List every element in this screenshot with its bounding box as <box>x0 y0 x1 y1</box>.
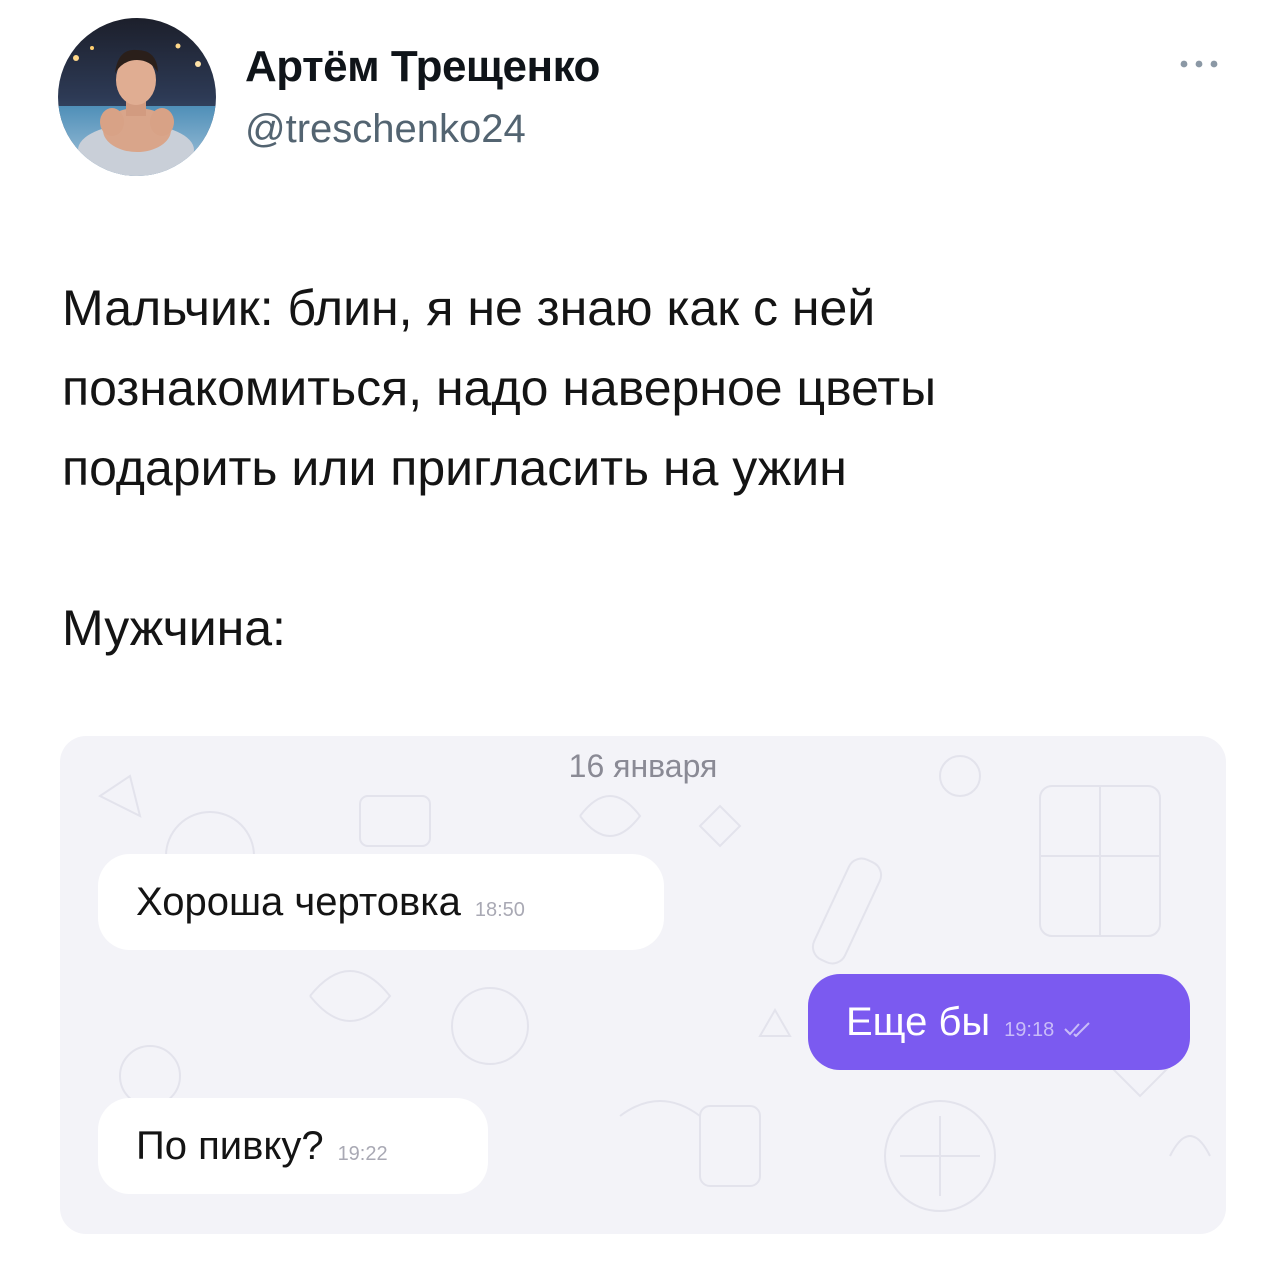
message-time: 19:18 <box>1004 1018 1055 1041</box>
message-text: Хороша чертовка <box>136 880 461 924</box>
chat-date-label: 16 января <box>568 748 718 784</box>
message-bubble-incoming[interactable]: Хороша чертовка 18:50 <box>98 854 664 950</box>
message-text: Еще бы <box>846 1000 991 1044</box>
message-time: 18:50 <box>474 898 525 921</box>
tweet-paragraph-2: Мужчина: <box>62 600 286 656</box>
author-name[interactable]: Артём Трещенко <box>245 40 600 94</box>
double-check-icon <box>1064 1022 1090 1037</box>
tweet-paragraph-1: Мальчик: блин, я не знаю как с ней позна… <box>62 280 937 496</box>
tweet-text: Мальчик: блин, я не знаю как с ней позна… <box>62 268 1222 668</box>
chat-screenshot: 16 января Хороша чертовка 18:50 Еще бы 1… <box>60 736 1226 1234</box>
author-handle[interactable]: @treschenko24 <box>245 104 526 154</box>
message-time: 19:22 <box>337 1142 388 1165</box>
message-text: По пивку? <box>136 1124 324 1168</box>
more-horizontal-icon[interactable] <box>1176 52 1222 76</box>
message-bubble-outgoing[interactable]: Еще бы 19:18 <box>808 974 1190 1070</box>
message-bubble-incoming[interactable]: По пивку? 19:22 <box>98 1098 488 1194</box>
avatar-photo <box>58 18 216 176</box>
author-avatar[interactable] <box>58 18 216 176</box>
